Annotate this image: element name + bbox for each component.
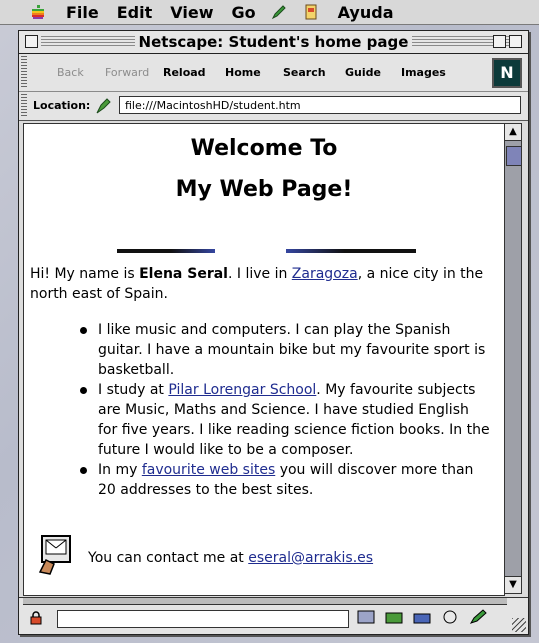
zoom-box[interactable] [493,35,506,48]
divider-right [286,249,416,253]
city-link[interactable]: Zaragoza [292,266,358,282]
menu-edit[interactable]: Edit [117,3,153,22]
email-link[interactable]: eseral@arrakis.es [248,550,373,566]
intro-text-middle: . I live in [227,266,292,282]
bullet-text: I like music and computers. I can play t… [98,322,486,378]
pencil-icon[interactable] [270,3,288,21]
menu-go[interactable]: Go [231,3,255,22]
composer-icon[interactable] [467,608,489,626]
list-item: I study at Pilar Lorengar School. My fav… [80,380,490,460]
netscape-logo[interactable]: N [492,58,522,88]
bullet-text: In my [98,462,142,478]
horizontal-scrollbar[interactable] [23,598,507,605]
contact-text: You can contact me at [88,550,249,566]
guide-button[interactable]: Guide [345,66,381,79]
favourite-sites-link[interactable]: favourite web sites [142,462,275,478]
menu-bar: File Edit View Go Ayuda [0,0,539,25]
title-bar[interactable]: Netscape: Student's home page [19,31,528,54]
images-button[interactable]: Images [401,66,446,79]
mail-icon[interactable] [383,608,405,626]
back-button[interactable]: Back [57,66,84,79]
window-title: Netscape: Student's home page [134,33,413,51]
component-bar [355,608,489,628]
menu-file[interactable]: File [66,3,99,22]
address-book-icon[interactable] [439,608,461,626]
location-grip[interactable] [21,94,27,118]
search-button[interactable]: Search [283,66,326,79]
location-bar: Location: file:///MacintoshHD/student.ht… [19,92,528,121]
scroll-up-icon[interactable]: ▲ [505,124,521,141]
contact-line: You can contact me at eseral@arrakis.es [88,550,373,566]
list-item: I like music and computers. I can play t… [80,320,490,380]
discussion-icon[interactable] [411,608,433,626]
page-proxy-icon[interactable] [95,97,113,115]
vertical-scrollbar[interactable]: ▲ ▼ [504,123,522,594]
apple-icon[interactable] [30,4,46,20]
intro-paragraph: Hi! My name is Elena Seral. I live in Za… [30,264,492,304]
navigator-icon[interactable] [355,608,377,626]
heading-line-2: My Web Page! [175,177,353,202]
navigation-toolbar: Back Forward Reload Home Search Guide Im… [19,54,528,92]
location-field[interactable]: file:///MacintoshHD/student.htm [119,96,521,114]
bullet-list: I like music and computers. I can play t… [80,320,490,500]
security-lock-icon[interactable] [29,611,43,625]
scroll-down-icon[interactable]: ▼ [505,576,521,593]
intro-text: Hi! My name is [30,266,140,282]
heading-line-1: Welcome To [190,136,338,161]
home-button[interactable]: Home [225,66,261,79]
menu-view[interactable]: View [170,3,213,22]
location-label: Location: [33,99,91,112]
status-message-field [57,610,349,628]
divider-left [117,249,215,253]
menu-ayuda[interactable]: Ayuda [338,3,394,22]
status-bar [19,597,528,634]
browser-window: Netscape: Student's home page Back Forwa… [18,30,529,635]
forward-button[interactable]: Forward [105,66,149,79]
resize-handle[interactable] [512,618,526,632]
app-icon[interactable] [302,3,320,21]
reload-button[interactable]: Reload [163,66,206,79]
scroll-thumb[interactable] [506,146,522,166]
list-item: In my favourite web sites you will disco… [80,460,490,500]
contact-section: You can contact me at eseral@arrakis.es [30,532,500,580]
bullet-text: I study at [98,382,169,398]
school-link[interactable]: Pilar Lorengar School [168,382,316,398]
author-name: Elena Seral [139,266,228,282]
mailbox-icon[interactable] [36,532,76,576]
collapse-box[interactable] [509,35,522,48]
page-content: Welcome To My Web Page! Hi! My name is E… [23,123,505,596]
toolbar-grip[interactable] [21,56,27,89]
